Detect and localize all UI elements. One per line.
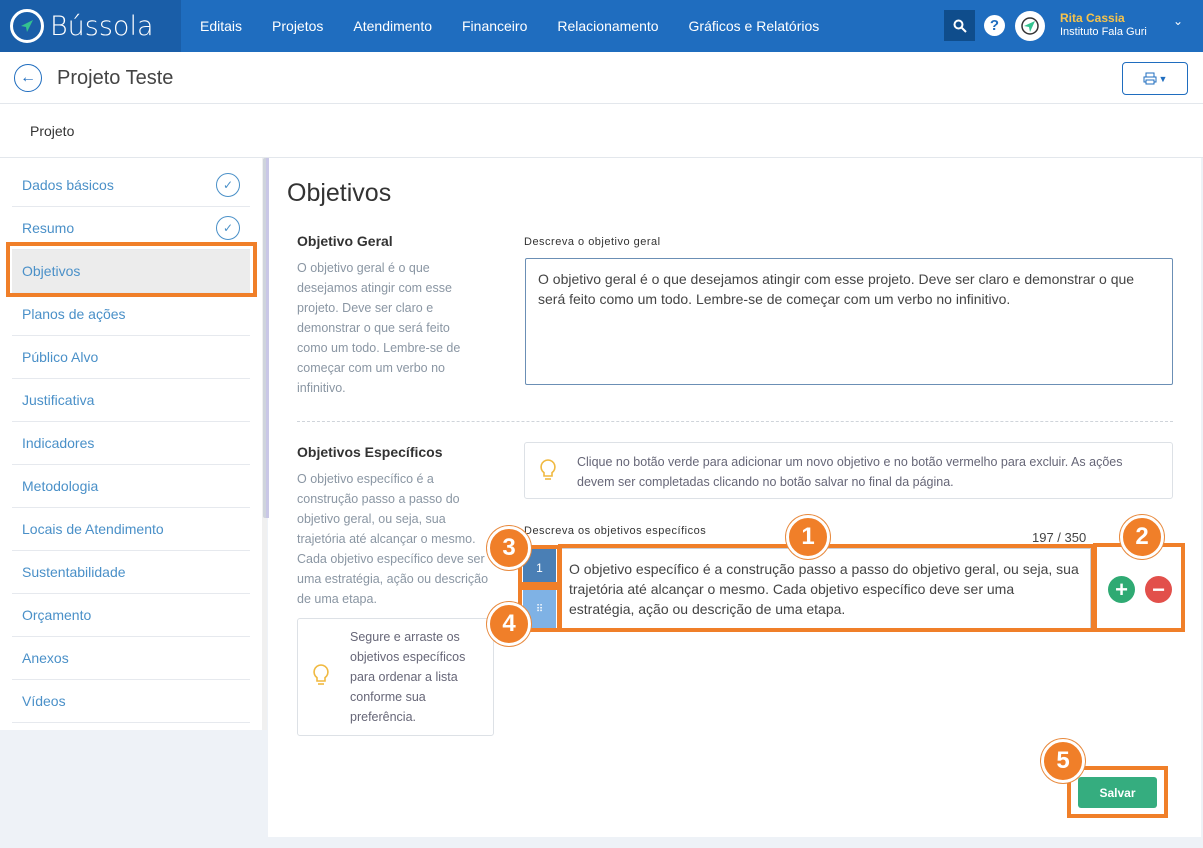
back-arrow-icon[interactable]: ← [14, 64, 42, 92]
chevron-down-icon[interactable]: ⌄ [1173, 14, 1183, 28]
help-icon[interactable]: ? [984, 15, 1005, 36]
highlight-objetivos [6, 242, 257, 297]
brand-logo[interactable]: Bússola [0, 0, 181, 52]
char-counter: 197 / 350 [1032, 530, 1087, 545]
highlight-save [1067, 766, 1168, 818]
objetivo-geral-title: Objetivo Geral [297, 233, 393, 249]
annotation-badge-5: 5 [1041, 739, 1085, 783]
page-title: Projeto Teste [57, 67, 174, 89]
sub-header: Projeto [0, 104, 1203, 158]
objetivos-especificos-title: Objetivos Específicos [297, 444, 443, 460]
sidebar-item-orcamento[interactable]: Orçamento [12, 594, 250, 637]
divider [297, 421, 1173, 422]
sidebar-item-indicadores[interactable]: Indicadores [12, 422, 250, 465]
sidebar-item-planos[interactable]: Planos de ações [12, 293, 250, 336]
drag-tip-text: Segure e arraste os objetivos específico… [350, 630, 466, 724]
sidebar-item-anexos[interactable]: Anexos [12, 637, 250, 680]
compass-icon [10, 9, 44, 43]
objetivo-geral-textarea[interactable]: O objetivo geral é o que desejamos ating… [525, 258, 1173, 385]
tip-text: Clique no botão verde para adicionar um … [577, 455, 1123, 489]
highlight-textarea [558, 544, 1095, 632]
sidebar-item-sustentabilidade[interactable]: Sustentabilidade [12, 551, 250, 594]
top-navbar: Bússola Editais Projetos Atendimento Fin… [0, 0, 1203, 52]
user-org[interactable]: Instituto Fala Guri [1060, 26, 1147, 38]
sidebar-item-locais[interactable]: Locais de Atendimento [12, 508, 250, 551]
nav-graficos[interactable]: Gráficos e Relatórios [689, 18, 820, 34]
main-accent-border [266, 158, 269, 518]
annotation-badge-4: 4 [487, 602, 531, 646]
annotation-badge-2: 2 [1120, 515, 1164, 559]
check-icon: ✓ [216, 173, 240, 197]
sidebar-item-publico[interactable]: Público Alvo [12, 336, 250, 379]
objetivo-geral-desc: O objetivo geral é o que desejamos ating… [297, 261, 461, 395]
sidebar-item-metodologia[interactable]: Metodologia [12, 465, 250, 508]
objetivo-geral-label: Descreva o objetivo geral [524, 236, 661, 248]
objetivos-especificos-label: Descreva os objetivos específicos [524, 525, 707, 537]
search-icon[interactable] [944, 10, 975, 41]
nav-atendimento[interactable]: Atendimento [353, 18, 432, 34]
user-name[interactable]: Rita Cassia [1060, 11, 1125, 25]
lightbulb-icon [312, 663, 330, 694]
main-nav: Editais Projetos Atendimento Financeiro … [200, 0, 849, 52]
annotation-badge-3: 3 [487, 526, 531, 570]
page-header: ← Projeto Teste ▼ [0, 52, 1203, 104]
sidebar-item-justificativa[interactable]: Justificativa [12, 379, 250, 422]
brand-name: Bússola [50, 10, 154, 42]
nav-relacionamento[interactable]: Relacionamento [557, 18, 658, 34]
avatar[interactable] [1015, 11, 1045, 41]
lightbulb-icon [539, 458, 557, 489]
breadcrumb[interactable]: Projeto [30, 123, 74, 139]
nav-editais[interactable]: Editais [200, 18, 242, 34]
nav-financeiro[interactable]: Financeiro [462, 18, 527, 34]
printer-icon [1143, 72, 1157, 85]
sidebar-item-dados-basicos[interactable]: Dados básicos ✓ [12, 164, 250, 207]
objetivos-especificos-desc: O objetivo específico é a construção pas… [297, 472, 489, 606]
nav-projetos[interactable]: Projetos [272, 18, 323, 34]
annotation-badge-1: 1 [786, 515, 830, 559]
print-button[interactable]: ▼ [1122, 62, 1188, 95]
check-icon: ✓ [216, 216, 240, 240]
section-heading: Objetivos [287, 179, 392, 207]
sidebar-item-videos[interactable]: Vídeos [12, 680, 250, 723]
